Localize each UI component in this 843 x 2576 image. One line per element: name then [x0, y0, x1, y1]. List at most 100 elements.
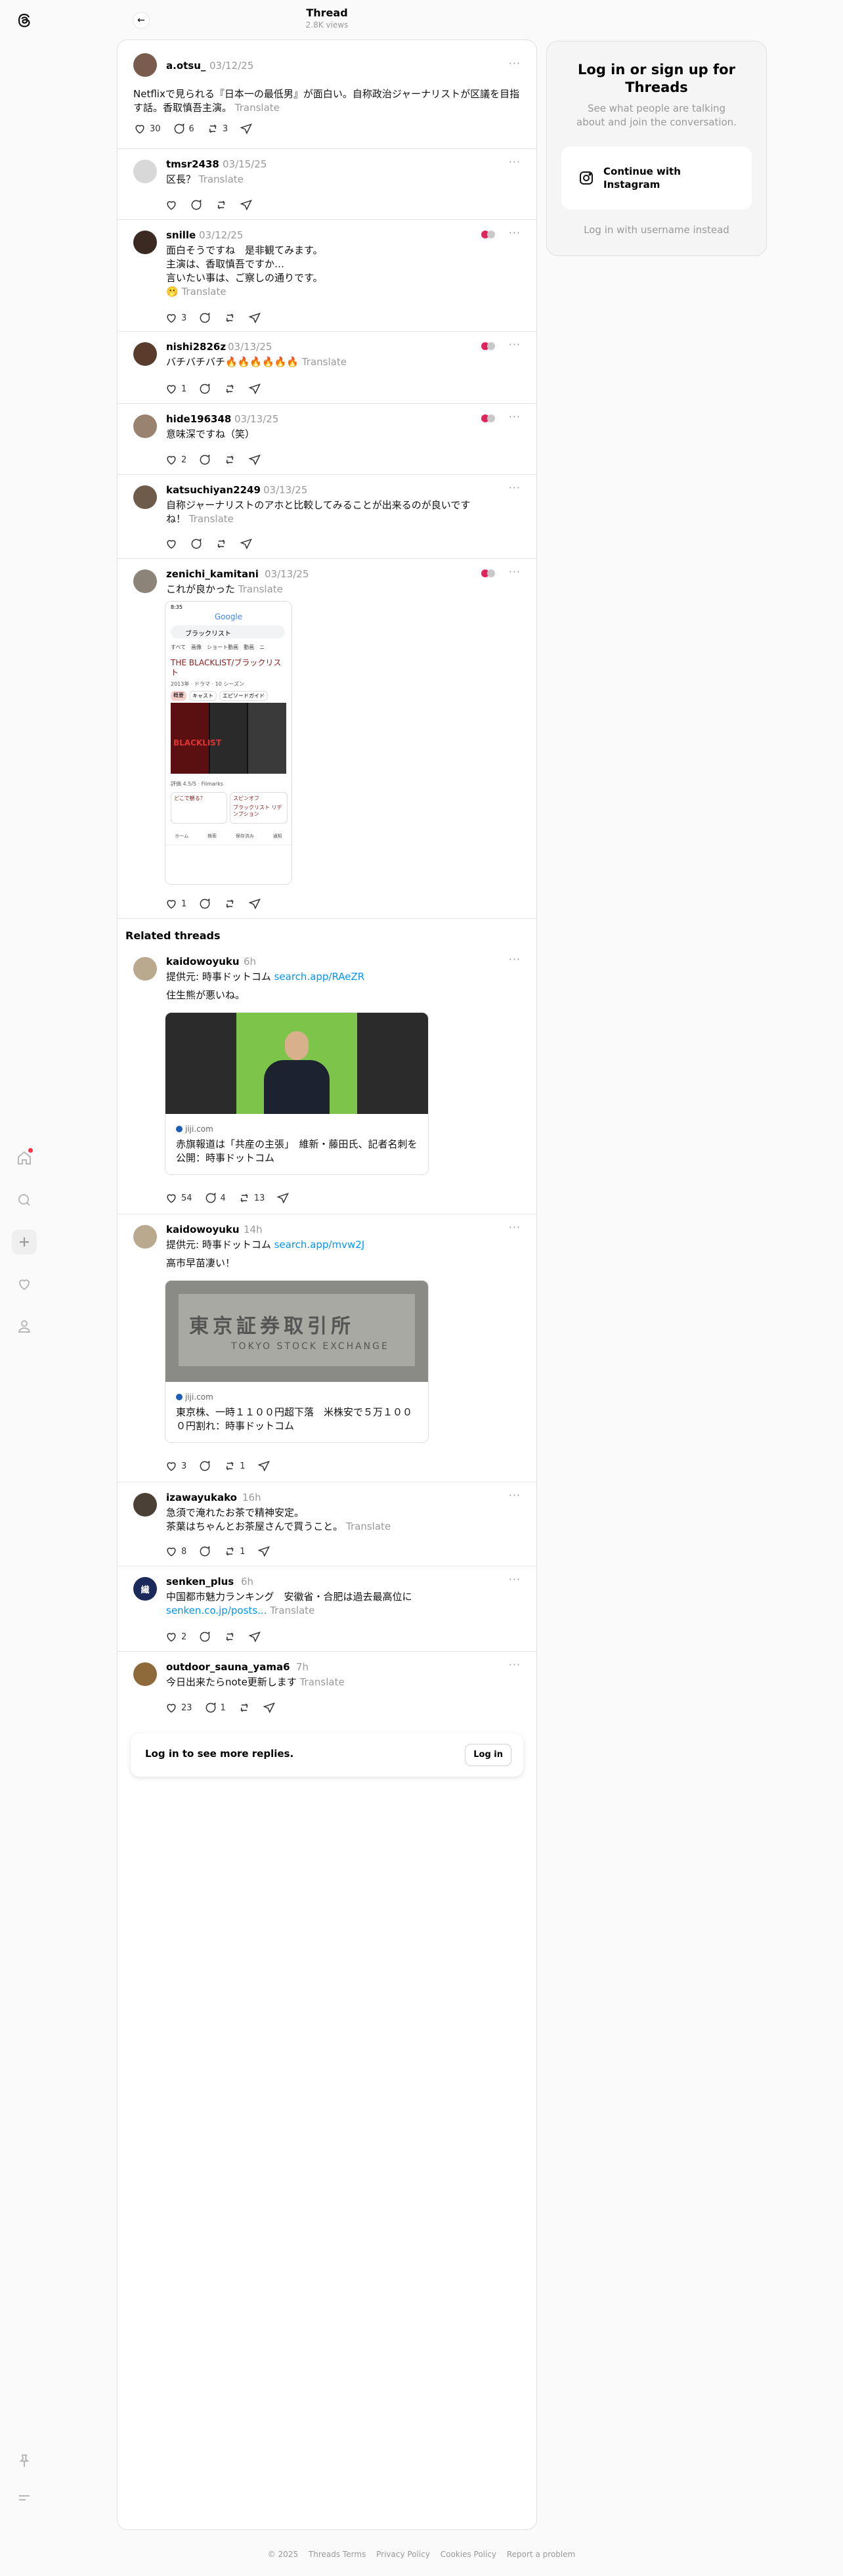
- avatar[interactable]: [133, 957, 157, 981]
- username[interactable]: kaidowoyuku: [166, 956, 240, 967]
- share-button[interactable]: [248, 311, 261, 324]
- like-button[interactable]: [165, 537, 178, 550]
- share-button[interactable]: [257, 1545, 270, 1558]
- source-link[interactable]: search.app/mvw2J: [274, 1239, 365, 1251]
- more-icon[interactable]: ···: [509, 57, 521, 70]
- more-icon[interactable]: ···: [509, 338, 521, 351]
- like-button[interactable]: 1: [165, 897, 186, 910]
- username[interactable]: hide196348: [166, 413, 231, 425]
- avatar[interactable]: [133, 485, 157, 509]
- post-date[interactable]: 03/13/25: [234, 413, 278, 425]
- reply-button[interactable]: [198, 1545, 211, 1558]
- privacy-policy-link[interactable]: Privacy Policy: [376, 2550, 430, 2559]
- post-time[interactable]: 14h: [244, 1224, 263, 1235]
- username[interactable]: izawayukako: [166, 1492, 237, 1503]
- home-icon[interactable]: [12, 1145, 37, 1170]
- translate-link[interactable]: Translate: [199, 173, 244, 185]
- reply-button[interactable]: [198, 1630, 211, 1643]
- reply-button[interactable]: [198, 382, 211, 395]
- menu-icon[interactable]: [12, 2485, 37, 2510]
- reply-button[interactable]: [198, 453, 211, 466]
- more-icon[interactable]: ···: [509, 1658, 521, 1671]
- post-date[interactable]: 03/13/25: [263, 484, 307, 496]
- link-card[interactable]: 東京証券取引所 TOKYO STOCK EXCHANGE jiji.com 東京…: [165, 1280, 429, 1443]
- repost-button[interactable]: 1: [223, 1545, 246, 1558]
- username[interactable]: snille: [166, 229, 196, 241]
- username[interactable]: kaidowoyuku: [166, 1224, 240, 1235]
- person-icon[interactable]: [12, 1314, 37, 1339]
- search-icon[interactable]: [12, 1188, 37, 1212]
- post-link[interactable]: senken.co.jp/posts...: [166, 1605, 267, 1616]
- reply-button[interactable]: [198, 1459, 211, 1473]
- post-time[interactable]: 6h: [241, 1576, 253, 1588]
- post-date[interactable]: 03/15/25: [223, 158, 267, 170]
- post-time[interactable]: 16h: [242, 1492, 261, 1503]
- like-button[interactable]: 8: [165, 1545, 186, 1558]
- post-image[interactable]: 8:35 Google ブラックリスト すべて 画像 ショート動画 動画ニ THE B…: [165, 601, 292, 885]
- plus-icon[interactable]: [12, 1230, 37, 1255]
- share-button[interactable]: [240, 198, 253, 211]
- translate-link[interactable]: Translate: [238, 583, 283, 595]
- more-icon[interactable]: ···: [509, 566, 521, 578]
- repost-button[interactable]: [223, 453, 236, 466]
- avatar[interactable]: [133, 1225, 157, 1249]
- avatar[interactable]: [133, 342, 157, 366]
- avatar[interactable]: [133, 53, 157, 77]
- reply-button[interactable]: [198, 897, 211, 910]
- username[interactable]: senken_plus: [166, 1576, 234, 1588]
- username-login-link[interactable]: Log in with username instead: [547, 224, 766, 236]
- reply-button[interactable]: [190, 537, 203, 550]
- share-button[interactable]: [240, 537, 253, 550]
- repost-button[interactable]: [223, 311, 236, 324]
- post-date[interactable]: 03/12/25: [209, 60, 253, 72]
- username[interactable]: katsuchiyan2249: [166, 484, 261, 496]
- repost-button[interactable]: [238, 1701, 251, 1714]
- source-link[interactable]: search.app/RAeZR: [274, 971, 365, 983]
- translate-link[interactable]: Translate: [181, 286, 226, 298]
- share-button[interactable]: [248, 897, 261, 910]
- post-date[interactable]: 03/13/25: [228, 341, 272, 353]
- like-button[interactable]: 23: [165, 1701, 192, 1714]
- post-date[interactable]: 03/12/25: [199, 229, 243, 241]
- like-button[interactable]: 2: [165, 453, 186, 466]
- share-button[interactable]: [240, 122, 253, 135]
- more-icon[interactable]: ···: [509, 227, 521, 239]
- repost-button[interactable]: 13: [238, 1191, 265, 1205]
- reply-button[interactable]: 6: [173, 122, 194, 135]
- reply-button[interactable]: 1: [204, 1701, 226, 1714]
- like-button[interactable]: 3: [165, 1459, 186, 1473]
- username[interactable]: outdoor_sauna_yama6: [166, 1661, 290, 1673]
- pin-icon[interactable]: [12, 2449, 37, 2474]
- translate-link[interactable]: Translate: [235, 102, 280, 114]
- more-icon[interactable]: ···: [509, 1573, 521, 1586]
- repost-button[interactable]: 1: [223, 1459, 246, 1473]
- username[interactable]: nishi2826z: [166, 341, 226, 353]
- translate-link[interactable]: Translate: [270, 1605, 314, 1616]
- threads-logo-icon[interactable]: [12, 8, 37, 33]
- like-button[interactable]: 30: [133, 122, 161, 135]
- username[interactable]: zenichi_kamitani: [166, 568, 259, 580]
- share-button[interactable]: [263, 1701, 276, 1714]
- repost-button[interactable]: [223, 897, 236, 910]
- avatar[interactable]: [133, 414, 157, 438]
- login-button[interactable]: Log in: [465, 1744, 511, 1766]
- share-button[interactable]: [248, 1630, 261, 1643]
- more-icon[interactable]: ···: [509, 1489, 521, 1501]
- repost-button[interactable]: [223, 382, 236, 395]
- more-icon[interactable]: ···: [509, 1221, 521, 1233]
- share-button[interactable]: [257, 1459, 270, 1473]
- report-problem-link[interactable]: Report a problem: [507, 2550, 575, 2559]
- like-button[interactable]: 2: [165, 1630, 186, 1643]
- repost-button[interactable]: [223, 1630, 236, 1643]
- share-button[interactable]: [248, 453, 261, 466]
- link-card[interactable]: jiji.com 赤旗報道は「共産の主張」 維新・藤田氏、記者名刺を公開：時事ド…: [165, 1012, 429, 1175]
- like-button[interactable]: [165, 198, 178, 211]
- cookies-policy-link[interactable]: Cookies Policy: [441, 2550, 496, 2559]
- avatar[interactable]: [133, 1493, 157, 1517]
- reply-button[interactable]: [198, 311, 211, 324]
- avatar[interactable]: 繊: [133, 1577, 157, 1601]
- post-time[interactable]: 6h: [244, 956, 256, 967]
- avatar[interactable]: [133, 1662, 157, 1686]
- continue-with-instagram-button[interactable]: Continue with Instagram: [561, 146, 752, 210]
- translate-link[interactable]: Translate: [346, 1521, 391, 1532]
